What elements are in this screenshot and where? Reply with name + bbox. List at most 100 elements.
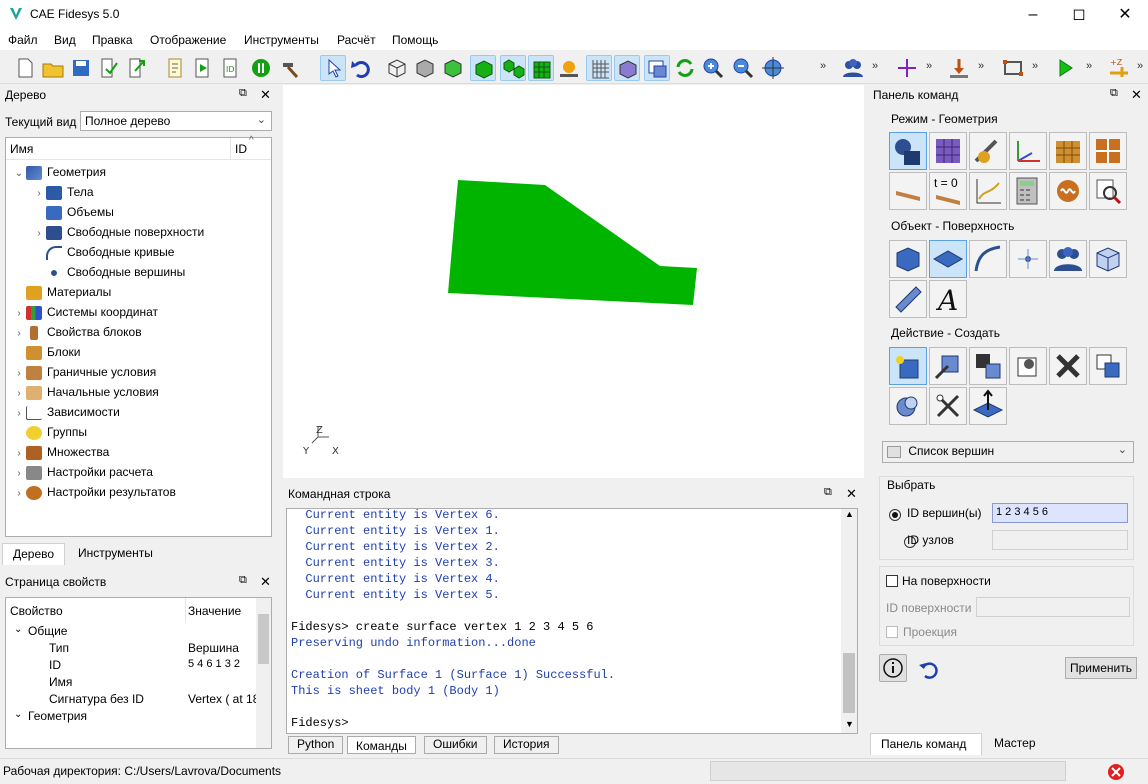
- run-calculation-icon[interactable]: [1052, 55, 1078, 81]
- mode-blocks-button[interactable]: [1049, 132, 1087, 170]
- action-modify-button[interactable]: [929, 347, 967, 385]
- menu-calculation[interactable]: Расчёт: [337, 33, 376, 47]
- collapsed-arrow-icon[interactable]: ›: [32, 224, 46, 244]
- tree-item-geometry[interactable]: ⌄ Геометрия: [6, 162, 271, 182]
- expanded-arrow-icon[interactable]: ⌄: [12, 164, 26, 184]
- open-folder-icon[interactable]: [40, 55, 66, 81]
- mode-analysis-button[interactable]: [1009, 172, 1047, 210]
- transparent-cube-icon[interactable]: [614, 55, 640, 81]
- expanded-arrow-icon[interactable]: ⌄: [14, 624, 22, 635]
- collapsed-arrow-icon[interactable]: ›: [12, 444, 26, 464]
- menu-display[interactable]: Отображение: [150, 33, 226, 47]
- scroll-down-icon[interactable]: ▼: [845, 719, 854, 729]
- collapsed-arrow-icon[interactable]: ›: [12, 464, 26, 484]
- action-transform-button[interactable]: [969, 347, 1007, 385]
- script-icon[interactable]: [162, 55, 188, 81]
- action-settings-button[interactable]: [1009, 347, 1047, 385]
- collapsed-arrow-icon[interactable]: ›: [12, 404, 26, 424]
- object-group-button[interactable]: [1049, 240, 1087, 278]
- expanded-arrow-icon[interactable]: ⌄: [14, 709, 22, 720]
- mode-boundary-conditions-button[interactable]: [889, 172, 927, 210]
- object-vertex-button[interactable]: [1009, 240, 1047, 278]
- shaded-green-icon[interactable]: [440, 55, 466, 81]
- tree-item-results-settings[interactable]: › Настройки результатов: [6, 482, 271, 502]
- action-create-button[interactable]: [889, 347, 927, 385]
- collapsed-arrow-icon[interactable]: ›: [12, 484, 26, 504]
- scrollbar-thumb[interactable]: [843, 653, 855, 713]
- mode-results-button[interactable]: [1049, 172, 1087, 210]
- vertex-id-radio[interactable]: [889, 508, 901, 521]
- mode-coordinates-button[interactable]: [1009, 132, 1047, 170]
- float-panel-icon[interactable]: ⧉: [239, 87, 247, 100]
- load-arrow-icon[interactable]: [946, 55, 972, 81]
- col-id-header[interactable]: ID: [235, 142, 247, 156]
- close-props-panel-icon[interactable]: ✕: [260, 574, 271, 590]
- tree-item-boundary-conditions[interactable]: › Граничные условия: [6, 362, 271, 382]
- apply-button[interactable]: Применить: [1065, 657, 1137, 679]
- object-body-button[interactable]: [1089, 240, 1127, 278]
- tab-history[interactable]: История: [494, 736, 559, 754]
- shaded-gray-icon[interactable]: [412, 55, 438, 81]
- tab-tree[interactable]: Дерево: [2, 543, 66, 565]
- refresh-icon[interactable]: [672, 55, 698, 81]
- tree-item-volumes[interactable]: Объемы: [6, 202, 271, 222]
- select-mode-icon[interactable]: [320, 55, 346, 81]
- tree-item-groups[interactable]: Группы: [6, 422, 271, 442]
- menu-view[interactable]: Вид: [54, 33, 76, 47]
- mode-mesh-button[interactable]: [929, 132, 967, 170]
- menu-edit[interactable]: Правка: [92, 33, 133, 47]
- record-icon[interactable]: [248, 55, 274, 81]
- menu-file[interactable]: Файл: [8, 33, 38, 47]
- collapsed-arrow-icon[interactable]: ›: [12, 364, 26, 384]
- collapsed-arrow-icon[interactable]: ›: [12, 324, 26, 344]
- close-tree-panel-icon[interactable]: ✕: [260, 87, 271, 103]
- close-console-panel-icon[interactable]: ✕: [846, 486, 857, 502]
- tab-tools[interactable]: Инструменты: [68, 543, 163, 565]
- id-journal-icon[interactable]: ID: [218, 55, 244, 81]
- bounding-box-icon[interactable]: [1000, 55, 1026, 81]
- action-boolean-button[interactable]: [889, 387, 927, 425]
- zoom-out-icon[interactable]: [730, 55, 756, 81]
- mode-geometry-button[interactable]: [889, 132, 927, 170]
- info-button[interactable]: [879, 654, 907, 682]
- object-surface-button[interactable]: [929, 240, 967, 278]
- scrollbar-thumb[interactable]: [258, 614, 269, 664]
- undo-icon[interactable]: [348, 55, 374, 81]
- export-icon[interactable]: [124, 55, 150, 81]
- collapsed-arrow-icon[interactable]: ›: [12, 304, 26, 324]
- multi-body-icon[interactable]: [500, 55, 526, 81]
- play-script-icon[interactable]: [190, 55, 216, 81]
- object-curve-button[interactable]: [969, 240, 1007, 278]
- stop-icon[interactable]: [1106, 762, 1126, 782]
- maximize-button[interactable]: ◻: [1056, 0, 1102, 30]
- toolbar-overflow-icon[interactable]: »: [978, 60, 984, 72]
- tab-wizard[interactable]: Мастер: [984, 733, 1046, 755]
- 3d-viewport[interactable]: Z Y X: [283, 85, 864, 478]
- collapsed-arrow-icon[interactable]: ›: [32, 184, 46, 204]
- clip-view-icon[interactable]: [644, 55, 670, 81]
- tab-commands[interactable]: Команды: [347, 736, 416, 754]
- fit-view-icon[interactable]: [760, 55, 786, 81]
- col-name-header[interactable]: Имя: [10, 142, 33, 156]
- toolbar-overflow-icon[interactable]: »: [1086, 60, 1092, 72]
- node-id-input[interactable]: [992, 530, 1128, 550]
- tree-item-materials[interactable]: Материалы: [6, 282, 271, 302]
- object-volume-button[interactable]: [889, 240, 927, 278]
- toolbar-overflow-icon[interactable]: »: [1137, 60, 1143, 72]
- action-split-button[interactable]: [929, 387, 967, 425]
- zoom-in-icon[interactable]: [700, 55, 726, 81]
- users-group-icon[interactable]: [840, 55, 866, 81]
- console-scrollbar[interactable]: ▲ ▼: [841, 509, 857, 733]
- measure-icon[interactable]: [556, 55, 582, 81]
- toolbar-overflow-icon[interactable]: »: [872, 60, 878, 72]
- tree-item-analysis-settings[interactable]: › Настройки расчета: [6, 462, 271, 482]
- console-output[interactable]: Current entity is Vertex 6. Current enti…: [286, 508, 858, 734]
- action-sweep-button[interactable]: [969, 387, 1007, 425]
- tree-item-free-surfaces[interactable]: › Свободные поверхности: [6, 222, 271, 242]
- close-command-panel-icon[interactable]: ✕: [1131, 87, 1142, 103]
- reset-button[interactable]: [916, 656, 942, 682]
- scroll-up-icon[interactable]: ▲: [845, 509, 854, 519]
- tab-python[interactable]: Python: [288, 736, 344, 754]
- mode-sets-button[interactable]: [1089, 132, 1127, 170]
- on-surface-checkbox[interactable]: [886, 575, 898, 587]
